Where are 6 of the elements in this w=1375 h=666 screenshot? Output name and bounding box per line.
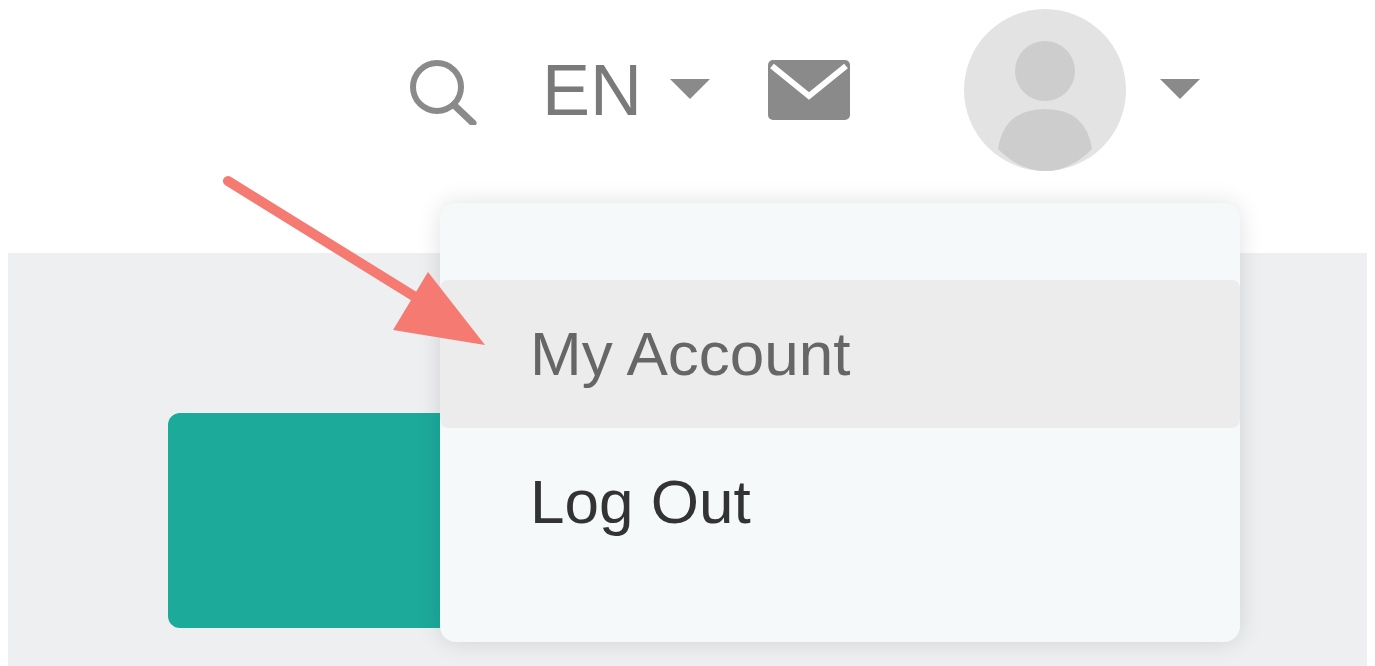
mail-icon[interactable] xyxy=(768,60,850,120)
caret-icon[interactable] xyxy=(1160,79,1200,101)
caret-icon xyxy=(670,79,710,101)
language-selector[interactable]: EN xyxy=(541,54,710,126)
menu-item[interactable]: Log Out xyxy=(440,428,1240,576)
menu-item[interactable]: My Account xyxy=(440,280,1240,428)
